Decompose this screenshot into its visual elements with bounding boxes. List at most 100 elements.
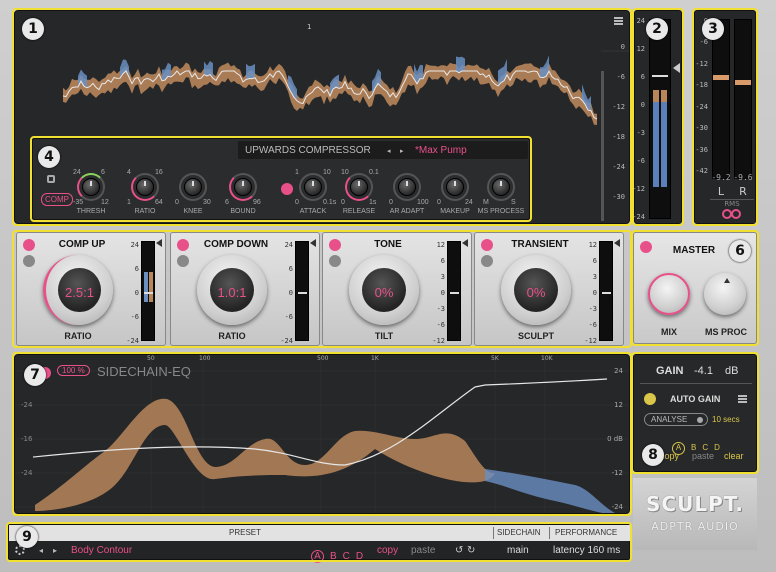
slot-c[interactable]: C	[343, 551, 350, 562]
upwards-knob-attack[interactable]	[304, 178, 322, 196]
module-meter-pointer[interactable]	[310, 239, 316, 247]
module-meter-tick: -3	[436, 305, 445, 313]
module-meter-tick: -6	[130, 313, 139, 321]
module-comp-down: COMP DOWN 1.0:1 RATIO 24 6 0 -6 -24	[170, 232, 320, 346]
eq-db-left-label: -24	[21, 401, 33, 409]
undo-icon[interactable]: ↺	[455, 545, 463, 556]
mix-knob[interactable]	[648, 273, 690, 315]
footer-preset-next-icon[interactable]: ▸	[53, 546, 57, 555]
module-knob[interactable]: 0%	[501, 255, 571, 325]
input-meter	[649, 19, 671, 219]
preset-prev-icon[interactable]: ◂	[387, 147, 391, 155]
input-meter-scale-tick: 0	[640, 101, 645, 109]
knob-max-label: 0.1s	[323, 199, 337, 206]
module-knob[interactable]: 1.0:1	[197, 255, 267, 325]
link-icon[interactable]	[722, 209, 746, 219]
analyse-button[interactable]: ANALYSE	[644, 413, 708, 426]
module-solo-icon[interactable]	[329, 255, 341, 267]
knob-name-label: RATIO	[134, 208, 156, 215]
knob-top-right-label: 6	[101, 169, 105, 176]
slot-d[interactable]: D	[356, 551, 363, 562]
badge-4: 4	[38, 146, 60, 168]
knob-max-label: 30	[203, 199, 211, 206]
module-solo-icon[interactable]	[23, 255, 35, 267]
plugin-window: 1 0-6-12-18-24-30-36 241260-3-6-12-24 0-…	[0, 0, 776, 572]
module-meter-pointer[interactable]	[156, 239, 162, 247]
eq-db-left-label: -24	[21, 469, 33, 477]
upwards-knob-knee[interactable]	[184, 178, 202, 196]
rms-meter-scale-tick: -24	[695, 102, 708, 111]
knob-name-label: ATTACK	[299, 208, 327, 215]
module-comp-up: COMP UP 2.5:1 RATIO 24 6 0 -6 -24	[16, 232, 166, 346]
module-title: COMP DOWN	[203, 239, 269, 250]
preset-next-icon[interactable]: ▸	[400, 147, 404, 155]
lock-icon[interactable]	[47, 175, 55, 183]
badge-7: 7	[24, 364, 46, 386]
waveform-scale-tick: -24	[612, 163, 625, 171]
slot-d[interactable]: D	[714, 443, 720, 452]
module-solo-icon[interactable]	[177, 255, 189, 267]
input-meter-scale-tick: 24	[636, 17, 645, 25]
input-meter-pointer[interactable]	[673, 63, 680, 73]
input-meter-scale-tick: -24	[632, 213, 645, 221]
footer-preset-name[interactable]: Body Contour	[71, 545, 132, 556]
knob-min-label: -35	[73, 199, 84, 206]
gain-divider	[640, 383, 752, 384]
module-meter-tick: 6	[440, 257, 445, 265]
module-solo-icon[interactable]	[481, 255, 493, 267]
upwards-power-icon[interactable]	[281, 183, 293, 195]
ms-proc-knob[interactable]	[704, 273, 746, 315]
module-meter-scale: 12 6 3 0 -3 -6 -12	[584, 239, 597, 345]
upwards-knob-ratio[interactable]	[136, 178, 154, 196]
module-meter-tick: 6	[288, 265, 293, 273]
upwards-knob-ar-adapt[interactable]	[398, 178, 416, 196]
analyse-duration[interactable]: 10 secs	[712, 415, 740, 424]
ms-proc-label: MS PROC	[704, 327, 747, 337]
knob-name-label: BOUND	[230, 208, 256, 215]
sidechain-percent[interactable]: 100 %	[57, 365, 90, 376]
module-knob[interactable]: 0%	[349, 255, 419, 325]
master-power-icon[interactable]	[640, 241, 652, 253]
slot-a[interactable]: A	[311, 550, 324, 563]
module-power-icon[interactable]	[177, 239, 189, 251]
rms-meter-scale-tick: -30	[695, 124, 708, 133]
module-power-icon[interactable]	[481, 239, 493, 251]
upwards-preset-name[interactable]: *Max Pump	[415, 145, 467, 156]
module-meter-pointer[interactable]	[614, 239, 620, 247]
rms-left-label: L	[717, 185, 725, 198]
redo-icon[interactable]: ↻	[467, 545, 475, 556]
footer-paste-button[interactable]: paste	[411, 545, 435, 556]
input-meter-scale-tick: -6	[636, 157, 645, 165]
sidechain-source[interactable]: main	[507, 545, 529, 556]
module-knob[interactable]: 2.5:1	[43, 255, 113, 325]
auto-gain-menu-icon[interactable]	[738, 395, 747, 403]
module-meter-tick: 3	[440, 273, 445, 281]
auto-gain-power-icon[interactable]	[644, 393, 656, 405]
eq-freq-label: 10K	[541, 355, 553, 362]
footer-preset-prev-icon[interactable]: ◂	[39, 546, 43, 555]
input-meter-scale-tick: 6	[640, 73, 645, 81]
eq-db-label: 24	[614, 367, 623, 375]
module-title: TRANSIENT	[511, 239, 569, 250]
comp-toggle-button[interactable]: COMP	[41, 193, 73, 206]
footer-copy-button[interactable]: copy	[377, 545, 398, 556]
rms-meter-scale: 0-6-12-18-24-30-36-42	[695, 11, 708, 225]
module-meter	[599, 241, 613, 341]
gain-clear-button[interactable]: clear	[724, 451, 744, 461]
upwards-knob-release[interactable]	[350, 178, 368, 196]
gain-value[interactable]: -4.1	[694, 365, 713, 377]
gain-paste-button[interactable]: paste	[692, 451, 714, 461]
rms-meter-scale-tick: -42	[695, 167, 708, 175]
input-meter-scale-tick: -3	[636, 129, 645, 137]
module-power-icon[interactable]	[23, 239, 35, 251]
upwards-knob-thresh[interactable]	[82, 178, 100, 196]
module-meter-pointer[interactable]	[462, 239, 468, 247]
module-power-icon[interactable]	[329, 239, 341, 251]
slot-b[interactable]: B	[330, 551, 337, 562]
upwards-knob-makeup[interactable]	[446, 178, 464, 196]
analyse-dot-icon	[697, 417, 703, 423]
upwards-knob-bound[interactable]	[234, 178, 252, 196]
upwards-knob-ms-process[interactable]	[492, 178, 510, 196]
performance-header: PERFORMANCE	[555, 528, 618, 537]
rms-left-value: -9.2	[711, 173, 731, 182]
